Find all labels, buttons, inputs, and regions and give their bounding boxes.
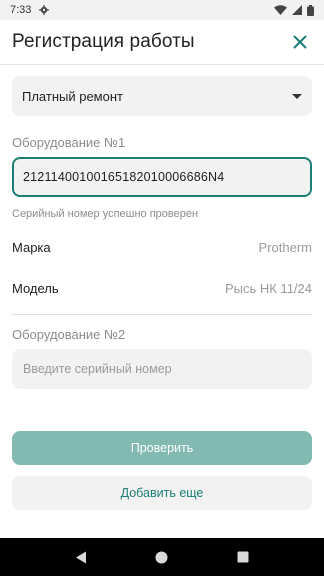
home-circle-icon [155,551,168,563]
equipment-2-serial-input[interactable]: Введите серийный номер [12,349,312,389]
recents-square-icon [237,551,249,563]
status-bar: 7:33 [0,0,324,20]
app-header: Регистрация работы [0,20,324,64]
battery-icon [307,4,314,16]
model-label: Модель [12,280,59,296]
dropdown-arrow-icon [292,93,302,99]
settings-gear-icon [39,5,50,15]
equipment-2-serial-placeholder: Введите серийный номер [23,362,172,376]
screen: 7:33 Регистрация работы Платный ремонт О… [0,0,324,576]
equipment-2-label: Оборудование №2 [12,327,126,342]
signal-icon [292,5,302,15]
back-triangle-icon [75,551,86,563]
status-time: 7:33 [10,4,32,16]
serial-validation-message: Серийный номер успешно проверен [12,208,199,220]
model-value: Рысь НК 11/24 [224,280,312,296]
nav-home-button[interactable] [150,545,174,569]
equipment-divider [12,314,312,315]
wifi-icon [274,5,287,15]
close-button[interactable] [288,30,312,54]
equipment-1-serial-value: 21211400100165182010006686N4 [23,170,225,184]
check-button[interactable]: Проверить [12,431,312,465]
brand-label: Марка [12,239,51,255]
add-more-button-label: Добавить еще [120,486,204,500]
equipment-1-label: Оборудование №1 [12,135,126,150]
nav-back-button[interactable] [69,545,93,569]
check-button-label: Проверить [130,441,194,455]
equipment-1-serial-input[interactable]: 21211400100165182010006686N4 [12,157,312,197]
work-type-selected-value: Платный ремонт [22,88,123,104]
page-title: Регистрация работы [12,31,195,52]
brand-row: Марка Protherm [12,237,312,257]
nav-recents-button[interactable] [231,545,255,569]
status-icons [274,4,314,16]
header-divider [0,64,324,65]
work-type-select[interactable]: Платный ремонт [12,76,312,116]
system-nav-bar [0,538,324,576]
brand-value: Protherm [258,239,312,255]
add-more-button[interactable]: Добавить еще [12,476,312,510]
close-icon [293,35,307,49]
model-row: Модель Рысь НК 11/24 [12,278,312,298]
